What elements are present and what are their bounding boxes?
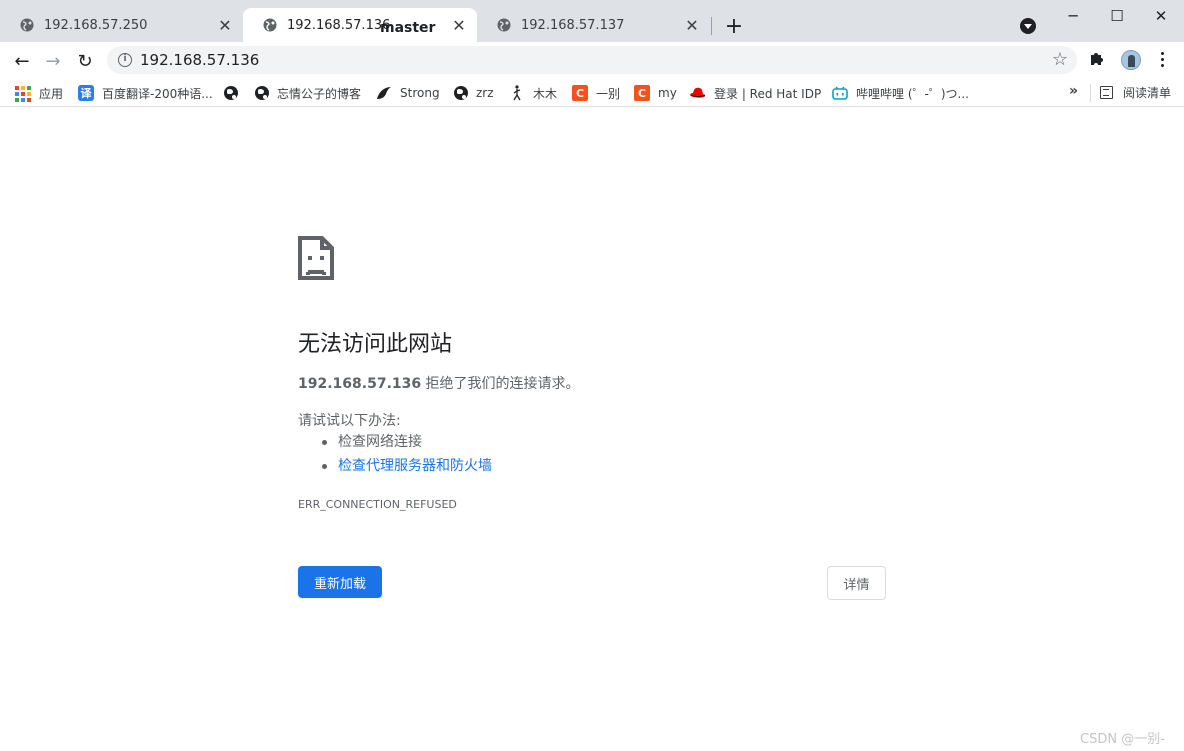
minimize-button[interactable]: ─ — [1050, 4, 1096, 28]
maximize-button[interactable]: ☐ — [1094, 4, 1140, 28]
forward-button[interactable]: → — [40, 48, 66, 74]
address-bar[interactable]: i 192.168.57.136 ☆ — [107, 46, 1077, 74]
bookmark-label: 忘情公子的博客 — [277, 86, 362, 101]
redhat-icon — [690, 85, 706, 101]
tab-separator — [711, 17, 712, 35]
watermark: CSDN @一别- — [1080, 732, 1165, 747]
globe-icon — [255, 86, 269, 100]
overlay-label: master — [380, 20, 436, 36]
info-icon[interactable]: i — [118, 53, 132, 67]
bookmark-redhat-idp[interactable]: 登录 | Red Hat IDP — [690, 84, 821, 102]
tab-strip: 192.168.57.250 ✕ 192.168.57.136 ✕ 192.16… — [0, 0, 1184, 42]
page-title: 无法访问此网站 — [298, 332, 453, 357]
tab-192-168-57-137[interactable]: 192.168.57.137 ✕ — [477, 8, 710, 42]
bookmark-label: 一别 — [596, 86, 621, 101]
bookmark-mumu[interactable]: 木木 — [509, 84, 557, 102]
translate-icon: 译 — [78, 85, 94, 101]
reading-list-button[interactable]: 阅读清单 — [1100, 84, 1171, 101]
figure-icon — [509, 85, 525, 101]
bookmark-yibie[interactable]: C 一别 — [572, 84, 620, 102]
bookmark-label: 木木 — [533, 86, 558, 101]
tab-title: 192.168.57.250 — [44, 17, 148, 33]
reload-page-button[interactable]: 重新加载 — [298, 566, 382, 598]
globe-icon — [497, 18, 511, 32]
details-button[interactable]: 详情 — [827, 566, 886, 600]
bookmarks-separator — [1090, 84, 1091, 102]
close-tab-icon[interactable]: ✕ — [217, 16, 233, 35]
bookmark-label: 应用 — [39, 86, 64, 101]
bookmark-label: 哔哩哔哩 (゜-゜)つ... — [856, 86, 969, 101]
csdn-icon: C — [572, 85, 588, 101]
bilibili-icon — [832, 85, 848, 101]
error-code: ERR_CONNECTION_REFUSED — [298, 498, 457, 511]
tab-192-168-57-136[interactable]: 192.168.57.136 ✕ — [243, 8, 477, 42]
bookmark-zrz[interactable]: zrz — [454, 84, 494, 102]
bookmark-bilibili[interactable]: 哔哩哔哩 (゜-゜)つ... — [832, 84, 969, 102]
bookmark-label: Strong — [400, 86, 440, 100]
error-description: 192.168.57.136 拒绝了我们的连接请求。 — [298, 373, 580, 393]
tab-192-168-57-250[interactable]: 192.168.57.250 ✕ — [0, 8, 243, 42]
bookmark-star-icon[interactable]: ☆ — [1052, 49, 1068, 70]
menu-dots-icon[interactable] — [1156, 48, 1168, 70]
globe-icon — [224, 86, 238, 100]
url-text[interactable]: 192.168.57.136 — [140, 51, 259, 69]
close-tab-icon[interactable]: ✕ — [451, 16, 467, 35]
bookmarks-bar: 应用 译 百度翻译-200种语... 忘情公子的博客 Strong zrz 木木… — [0, 79, 1184, 107]
bookmark-label: zrz — [476, 86, 494, 100]
bookmark-baidu-translate[interactable]: 译 百度翻译-200种语... — [78, 84, 213, 102]
page-content — [0, 108, 1184, 751]
extensions-puzzle-icon[interactable] — [1089, 50, 1106, 71]
bookmarks-overflow-chevron-icon[interactable]: » — [1069, 83, 1078, 99]
toolbar: ← → ↻ i 192.168.57.136 ☆ — [0, 42, 1184, 79]
suggestion-check-network: 检查网络连接 — [322, 433, 492, 457]
globe-icon — [20, 18, 34, 32]
close-tab-icon[interactable]: ✕ — [684, 16, 700, 35]
globe-icon — [263, 18, 277, 32]
globe-icon — [454, 86, 468, 100]
bookmark-wangqing[interactable]: 忘情公子的博客 — [255, 84, 361, 102]
error-host: 192.168.57.136 — [298, 376, 422, 392]
tab-title: 192.168.57.136 — [287, 17, 391, 33]
suggestions-list: 检查网络连接 检查代理服务器和防火墙 — [322, 433, 492, 481]
bookmark-my[interactable]: C my — [634, 84, 677, 102]
reading-list-icon — [1100, 86, 1113, 99]
reading-list-label: 阅读清单 — [1123, 86, 1172, 100]
tab-title: 192.168.57.137 — [521, 17, 625, 33]
profile-avatar[interactable] — [1121, 50, 1141, 70]
sad-document-icon — [298, 236, 334, 280]
bookmark-strong[interactable]: Strong — [376, 84, 440, 102]
swirl-icon — [376, 85, 392, 101]
tab-search-icon[interactable] — [1020, 18, 1036, 34]
apps-grid-icon — [15, 85, 31, 102]
close-window-button[interactable]: ✕ — [1138, 4, 1184, 28]
bookmark-label: 百度翻译-200种语... — [102, 86, 213, 101]
csdn-icon: C — [634, 85, 650, 101]
reload-button[interactable]: ↻ — [72, 48, 98, 74]
back-button[interactable]: ← — [9, 48, 35, 74]
error-message: 拒绝了我们的连接请求。 — [421, 376, 580, 392]
bookmark-apps[interactable]: 应用 — [15, 84, 63, 102]
bookmark-label: my — [658, 86, 677, 100]
suggestion-check-proxy-firewall-link[interactable]: 检查代理服务器和防火墙 — [322, 457, 492, 481]
new-tab-button[interactable]: + — [723, 14, 745, 39]
suggestions-heading: 请试试以下办法: — [298, 413, 401, 429]
bookmark-label: 登录 | Red Hat IDP — [714, 86, 822, 101]
bookmark-globe[interactable] — [224, 84, 246, 102]
